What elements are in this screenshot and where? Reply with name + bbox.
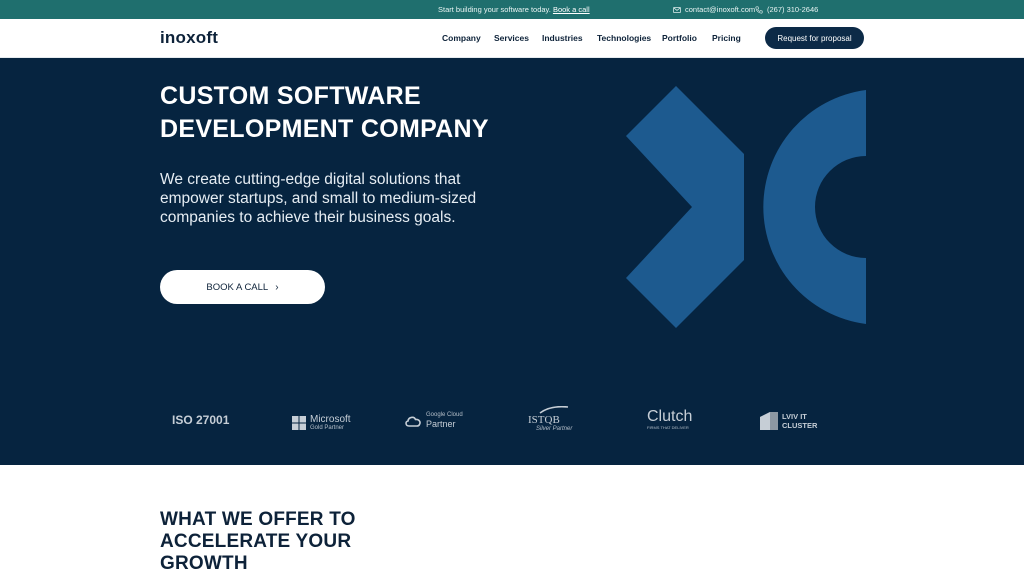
promo-message: Start building your software today. Book… [438,5,590,14]
email-text: contact@inoxoft.com [685,5,756,14]
chevron-shape [626,86,744,328]
promo-text: Start building your software today. [438,5,551,14]
istqb-icon [539,406,569,414]
hero-title: CUSTOM SOFTWARE DEVELOPMENT COMPANY [160,80,540,146]
nav-technologies[interactable]: Technologies [597,33,651,43]
clutch-caption: FIRMS THAT DELIVER [647,425,689,430]
lviv-cluster-label: CLUSTER [782,421,818,430]
nav-portfolio[interactable]: Portfolio [662,33,697,43]
announcement-bar: Start building your software today. Book… [0,0,1024,19]
offer-title-line: GROWTH [160,553,248,574]
nav-company[interactable]: Company [442,33,481,43]
book-call-link[interactable]: Book a call [553,5,590,14]
hero-section: CUSTOM SOFTWARE DEVELOPMENT COMPANY We c… [0,58,1024,465]
microsoft-label: Microsoft [310,414,351,425]
clutch-icon: Clutch [647,408,693,425]
offer-title-line: ACCELERATE YOUR [160,531,352,552]
microsoft-caption: Gold Partner [310,425,345,431]
microsoft-icon [292,416,306,430]
inoxoft-logo[interactable]: inoxoft [160,28,218,48]
partner-istqb: ISTQB Silver Partner [528,406,572,433]
hero-decorative-graphic [626,86,866,328]
nav-industries[interactable]: Industries [542,33,583,43]
half-ring-shape [763,90,866,324]
email-contact[interactable]: contact@inoxoft.com [673,5,755,14]
book-call-label: BOOK A CALL [206,281,269,293]
partners-strip: ISO 27001 Microsoft Gold Partner Google … [0,398,1024,448]
iso-badge-icon: ISO 27001 [172,413,230,427]
phone-text: (267) 310-2646 [767,5,819,14]
lviv-it-label: LVIV IT [782,412,807,421]
partner-clutch: Clutch FIRMS THAT DELIVER [647,408,693,431]
partner-google-cloud: Google Cloud Partner [404,412,463,429]
offer-title-line: WHAT WE OFFER TO [160,509,356,530]
hero-subtitle-line: companies to achieve their business goal… [160,209,456,226]
hero-subtitle: We create cutting-edge digital solutions… [160,170,500,227]
hero-subtitle-line: empower startups, and small to medium-si… [160,190,477,207]
hero-title-line: DEVELOPMENT COMPANY [160,115,489,143]
google-cloud-label: Google Cloud [426,412,463,418]
nav-services[interactable]: Services [494,33,529,43]
partner-iso: ISO 27001 [172,413,229,427]
nav-pricing[interactable]: Pricing [712,33,741,43]
google-cloud-icon [405,416,421,427]
google-cloud-caption: Partner [426,419,456,429]
mail-icon [673,6,681,13]
phone-contact[interactable]: (267) 310-2646 [755,5,818,14]
site-header: inoxoft Company Services Industries Tech… [0,19,1024,58]
partner-microsoft: Microsoft Gold Partner [292,414,351,432]
request-proposal-button[interactable]: Request for proposal [765,27,864,49]
chevron-right-icon: › [275,281,279,293]
partner-lviv-it-cluster: LVIV IT CLUSTER [760,412,817,430]
offer-section-title: WHAT WE OFFER TO ACCELERATE YOUR GROWTH [160,509,420,575]
hero-title-line: CUSTOM SOFTWARE [160,82,421,110]
lviv-it-cluster-icon [760,412,778,430]
istqb-caption: Silver Partner [536,426,573,432]
phone-icon [755,5,763,14]
hero-subtitle-line: We create cutting-edge digital solutions… [160,171,461,188]
istqb-label: ISTQB [528,414,560,426]
book-call-button[interactable]: BOOK A CALL › [160,270,325,304]
